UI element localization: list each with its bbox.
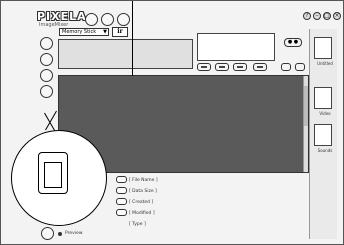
info-icon[interactable] xyxy=(116,176,127,183)
folder-icon[interactable] xyxy=(314,124,332,146)
folder-label: Untitled xyxy=(317,61,333,66)
toolbar-button-6[interactable] xyxy=(295,63,305,71)
info-modified: [ Modified ] xyxy=(129,211,155,216)
camera-button[interactable]: ir xyxy=(112,27,128,37)
album-panel: Untitled Video Sounds xyxy=(309,29,337,239)
callout-line xyxy=(132,1,133,76)
info-type: [ Type ] xyxy=(129,222,146,227)
maximize-button[interactable]: □ xyxy=(323,12,331,20)
info-data-size: [ Data Size ] xyxy=(129,189,157,194)
preview-label: Preview xyxy=(65,231,83,236)
info-icon[interactable] xyxy=(116,209,127,216)
card-slot-icon xyxy=(44,162,62,188)
toolbar-button-4[interactable] xyxy=(253,63,267,71)
app-window: PIXELA ImageMixer ? – □ × Memory Stick ▼… xyxy=(0,0,344,245)
toolbar-button-2[interactable] xyxy=(215,63,229,71)
preview-box xyxy=(197,33,275,61)
camera-select-value: Memory Stick xyxy=(62,29,97,35)
toolbar-button-1[interactable] xyxy=(197,63,211,71)
info-file-name: [ File Name ] xyxy=(129,178,158,183)
toolbar-button-3[interactable] xyxy=(233,63,247,71)
preview-radio[interactable] xyxy=(58,232,62,236)
callout-line xyxy=(45,110,57,131)
card-icon xyxy=(38,152,68,194)
sidebar-icon-2[interactable] xyxy=(40,53,53,66)
close-button[interactable]: × xyxy=(333,12,341,20)
capture-button[interactable]: ● ● xyxy=(284,38,302,47)
chevron-down-icon: ▼ xyxy=(103,29,107,35)
info-created: [ Created ] xyxy=(129,200,154,205)
zoom-callout xyxy=(11,130,107,226)
folder-label: Sounds xyxy=(317,148,333,153)
bottom-round-button[interactable] xyxy=(41,227,54,240)
vertical-scrollbar[interactable] xyxy=(303,76,308,172)
minimize-button[interactable]: – xyxy=(313,12,321,20)
home-round-button[interactable] xyxy=(101,13,114,26)
sidebar-icon-4[interactable] xyxy=(40,85,53,98)
info-icon[interactable] xyxy=(116,198,127,205)
help-button[interactable]: ? xyxy=(303,12,311,20)
print-round-button[interactable] xyxy=(117,13,130,26)
camera-select[interactable]: Memory Stick ▼ xyxy=(59,28,109,36)
thumbnail-panel[interactable] xyxy=(58,39,193,69)
toolbar-button-5[interactable] xyxy=(281,63,291,71)
folder-icon[interactable] xyxy=(314,37,332,59)
info-icon[interactable] xyxy=(116,187,127,194)
folder-icon[interactable] xyxy=(314,87,332,109)
sidebar-icon-3[interactable] xyxy=(40,69,53,82)
folder-label: Video xyxy=(319,111,331,116)
back-round-button[interactable] xyxy=(85,13,98,26)
sidebar-icon-1[interactable] xyxy=(40,37,53,50)
